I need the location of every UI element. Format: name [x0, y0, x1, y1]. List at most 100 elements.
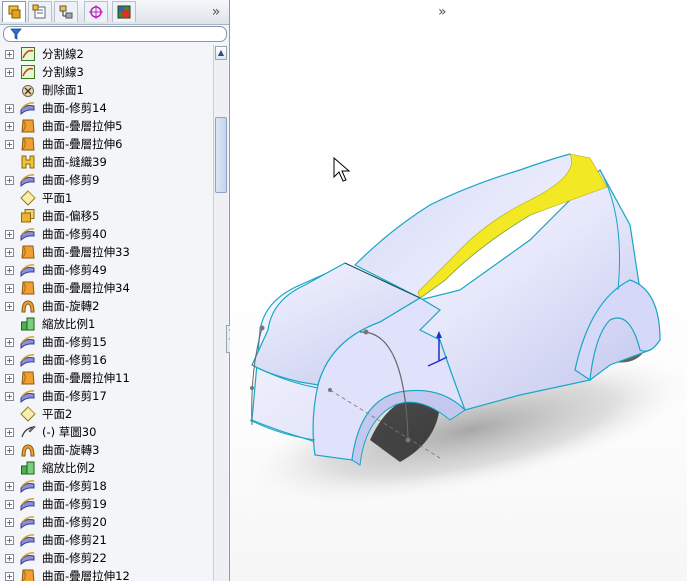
tree-item-label: 曲面-修剪22	[42, 551, 107, 565]
tree-item[interactable]: + 曲面-疊層拉伸12	[0, 567, 213, 581]
expand-toggle-icon[interactable]: +	[5, 338, 14, 347]
tree-item-label: 曲面-旋轉2	[42, 299, 100, 313]
tree-item[interactable]: + (-) 草圖30	[0, 423, 213, 441]
tree-item[interactable]: + 曲面-疊層拉伸5	[0, 117, 213, 135]
tree-item-label: 曲面-疊層拉伸33	[42, 245, 130, 259]
tree-item-label: 分割線2	[42, 47, 84, 61]
tree-item[interactable]: 曲面-偏移5	[0, 207, 213, 225]
expand-toggle-icon[interactable]: +	[5, 248, 14, 257]
trim-surface-icon	[20, 552, 35, 566]
scroll-up-button[interactable]: ▲	[215, 46, 227, 60]
expand-toggle-icon[interactable]: +	[5, 230, 14, 239]
tree-item[interactable]: 縮放比例2	[0, 459, 213, 477]
expand-toggle-icon[interactable]: +	[5, 302, 14, 311]
display-manager-tab-icon	[117, 5, 131, 19]
expand-toggle-icon[interactable]: +	[5, 446, 14, 455]
tree-item-label: 縮放比例1	[42, 317, 96, 331]
tree-item[interactable]: + 曲面-疊層拉伸11	[0, 369, 213, 387]
tree-item[interactable]: + 曲面-修剪20	[0, 513, 213, 531]
manager-tab-bar: »	[0, 0, 229, 25]
tree-item-label: 曲面-修剪14	[42, 101, 107, 115]
expand-toggle-icon[interactable]: +	[5, 428, 14, 437]
plane-icon	[20, 190, 36, 206]
expand-toggle-icon[interactable]: +	[5, 122, 14, 131]
trim-surface-icon	[20, 480, 35, 494]
expand-toggle-icon[interactable]: +	[5, 518, 14, 527]
loft-surface-icon	[21, 371, 35, 385]
tree-item-label: 分割線3	[42, 65, 84, 79]
property-manager-tab-icon	[32, 4, 46, 19]
display-manager-tab[interactable]	[112, 1, 136, 22]
tree-item[interactable]: + 曲面-修剪18	[0, 477, 213, 495]
tree-item[interactable]: + 曲面-修剪9	[0, 171, 213, 189]
expand-toggle-icon[interactable]: +	[5, 68, 14, 77]
feature-manager-tab[interactable]	[2, 1, 26, 22]
tree-item[interactable]: 平面1	[0, 189, 213, 207]
tree-item-label: 曲面-修剪49	[42, 263, 107, 277]
loft-surface-icon	[21, 119, 35, 133]
configuration-manager-tab[interactable]	[54, 1, 78, 22]
trim-surface-icon	[20, 228, 35, 242]
filter-icon	[10, 28, 22, 40]
expand-toggle-icon[interactable]: +	[5, 104, 14, 113]
trim-surface-icon	[20, 498, 35, 512]
expand-toggle-icon[interactable]: +	[5, 500, 14, 509]
tree-item[interactable]: + 曲面-修剪21	[0, 531, 213, 549]
expand-toggle-icon[interactable]: +	[5, 356, 14, 365]
expand-toggle-icon[interactable]: +	[5, 482, 14, 491]
tree-item-label: 平面1	[42, 191, 73, 205]
expand-toggle-icon[interactable]: +	[5, 284, 14, 293]
tree-item[interactable]: + 曲面-疊層拉伸6	[0, 135, 213, 153]
tree-item[interactable]: + 曲面-修剪15	[0, 333, 213, 351]
tree-item-label: 曲面-疊層拉伸6	[42, 137, 123, 151]
expand-toggle-icon[interactable]: +	[5, 554, 14, 563]
scroll-thumb[interactable]	[215, 117, 227, 193]
car-body-surface-model[interactable]	[230, 0, 687, 581]
expand-toggle-icon[interactable]: +	[5, 140, 14, 149]
tree-item-label: 平面2	[42, 407, 73, 421]
tree-item-label: 曲面-疊層拉伸11	[42, 371, 130, 385]
tree-item-label: 曲面-旋轉3	[42, 443, 100, 457]
tree-item[interactable]: + 曲面-修剪17	[0, 387, 213, 405]
tree-item[interactable]: + 曲面-疊層拉伸34	[0, 279, 213, 297]
scale-icon	[21, 461, 35, 475]
tab-overflow-button[interactable]: »	[206, 3, 226, 21]
viewport-overflow-button[interactable]: »	[438, 4, 447, 20]
expand-toggle-icon[interactable]: +	[5, 176, 14, 185]
tree-item-label: 曲面-修剪40	[42, 227, 107, 241]
tree-item[interactable]: + 曲面-修剪16	[0, 351, 213, 369]
dimxpert-manager-tab[interactable]	[84, 1, 108, 22]
tree-item[interactable]: + 分割線3	[0, 63, 213, 81]
tree-item[interactable]: + 曲面-修剪22	[0, 549, 213, 567]
tree-scrollbar[interactable]: ▲	[213, 45, 228, 581]
expand-toggle-icon[interactable]: +	[5, 536, 14, 545]
tree-item[interactable]: + 曲面-修剪40	[0, 225, 213, 243]
tree-item[interactable]: 曲面-縫織39	[0, 153, 213, 171]
property-manager-tab[interactable]	[28, 1, 52, 22]
revolve-surface-icon	[21, 444, 35, 457]
expand-toggle-icon[interactable]: +	[5, 50, 14, 59]
feature-filter-input[interactable]	[3, 26, 227, 42]
tree-item[interactable]: 刪除面1	[0, 81, 213, 99]
trim-surface-icon	[20, 354, 35, 368]
tree-item[interactable]: + 曲面-修剪19	[0, 495, 213, 513]
configuration-manager-tab-icon	[59, 5, 73, 19]
expand-toggle-icon[interactable]: +	[5, 392, 14, 401]
tree-item[interactable]: + 分割線2	[0, 45, 213, 63]
tree-item[interactable]: + 曲面-旋轉3	[0, 441, 213, 459]
tree-item-label: 曲面-修剪18	[42, 479, 107, 493]
tree-item[interactable]: 縮放比例1	[0, 315, 213, 333]
tree-item[interactable]: + 曲面-修剪14	[0, 99, 213, 117]
expand-toggle-icon[interactable]: +	[5, 374, 14, 383]
tree-item[interactable]: 平面2	[0, 405, 213, 423]
feature-tree: + 分割線2 + 分割線3 刪除面1 + 曲面-修剪14 + 曲面-疊層拉伸5 + 曲面-疊層拉伸6…	[0, 45, 213, 581]
expand-toggle-icon[interactable]: +	[5, 266, 14, 275]
expand-toggle-icon[interactable]: +	[5, 572, 14, 581]
tree-item[interactable]: + 曲面-疊層拉伸33	[0, 243, 213, 261]
dimxpert-manager-tab-icon	[89, 5, 103, 19]
tree-item[interactable]: + 曲面-旋轉2	[0, 297, 213, 315]
tree-item[interactable]: + 曲面-修剪49	[0, 261, 213, 279]
tree-item-label: 曲面-修剪9	[42, 173, 100, 187]
split-line-icon	[21, 65, 35, 79]
graphics-viewport[interactable]: »	[230, 0, 687, 581]
